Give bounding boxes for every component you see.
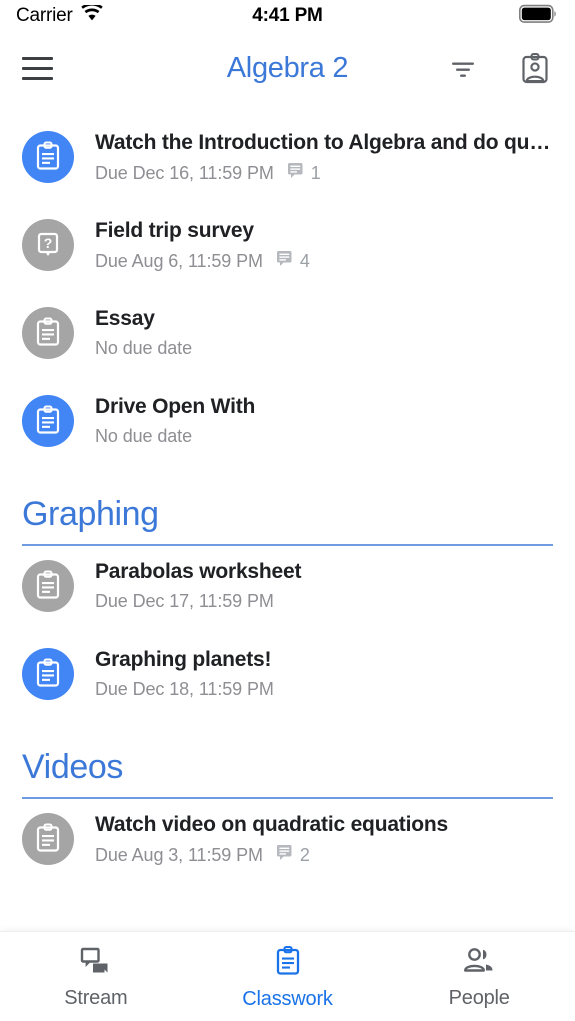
nav-item-people[interactable]: People [383, 944, 575, 1010]
status-bar-left: Carrier [16, 3, 103, 27]
due-date-label: Due Dec 17, 11:59 PM [95, 591, 274, 612]
list-item-subtitle: Due Dec 17, 11:59 PM [95, 591, 553, 612]
hamburger-menu-icon[interactable] [22, 52, 56, 86]
list-item[interactable]: Parabolas worksheet Due Dec 17, 11:59 PM [0, 546, 575, 634]
bottom-navigation: Stream Classwork People [0, 931, 575, 1021]
list-item-title: Essay [95, 307, 155, 330]
svg-text:?: ? [44, 235, 53, 251]
due-date-label: Due Aug 3, 11:59 PM [95, 844, 263, 865]
nav-label-classwork: Classwork [242, 987, 333, 1010]
comment-badge: 4 [276, 250, 310, 272]
due-date-label: Due Aug 6, 11:59 PM [95, 250, 263, 271]
assignment-icon [22, 648, 74, 701]
status-bar-right [519, 4, 559, 29]
list-item[interactable]: ? Field trip survey Due Aug 6, 11:59 PM [0, 205, 575, 293]
list-item-subtitle: No due date [95, 426, 553, 447]
list-item-title: Drive Open With [95, 395, 256, 418]
app-screen: Carrier 4:41 PM Algebra 2 Watch the Intr… [0, 0, 575, 1021]
section-title: Videos [22, 748, 123, 787]
comment-badge: 2 [276, 844, 310, 866]
assignment-icon [22, 307, 74, 359]
nav-item-classwork[interactable]: Classwork [192, 943, 384, 1011]
comment-badge: 1 [287, 162, 321, 184]
list-item-subtitle: No due date [95, 338, 553, 359]
assignment-icon [22, 813, 74, 866]
list-item-body: Graphing planets! Due Dec 18, 11:59 PM [95, 646, 553, 700]
section-header: Videos [0, 722, 575, 800]
comment-icon [287, 162, 306, 184]
wifi-icon [80, 3, 103, 27]
comment-count: 1 [310, 162, 321, 183]
classwork-list[interactable]: Watch the Introduction to Algebra and do… [0, 105, 575, 931]
list-item[interactable]: Essay No due date [0, 293, 575, 381]
list-item-title: Watch the Introduction to Algebra and do… [95, 131, 553, 154]
list-item-body: Drive Open With No due date [95, 393, 553, 447]
filter-sort-icon[interactable] [445, 51, 481, 87]
list-item-title: Watch video on quadratic equations [95, 813, 448, 837]
list-item-subtitle: Due Dec 18, 11:59 PM [95, 679, 553, 700]
assignment-icon [22, 395, 74, 447]
list-item-subtitle: Due Aug 6, 11:59 PM 4 [95, 250, 553, 272]
list-item[interactable]: Drive Open With No due date [0, 381, 575, 469]
comment-count: 2 [299, 844, 310, 865]
due-date-label: No due date [95, 338, 192, 359]
due-date-label: Due Dec 18, 11:59 PM [95, 679, 274, 700]
list-item-title: Field trip survey [95, 219, 254, 242]
assignment-icon [22, 560, 74, 613]
assignment-icon [22, 131, 74, 183]
list-item[interactable]: Watch video on quadratic equations Due A… [0, 799, 575, 887]
list-item-subtitle: Due Aug 3, 11:59 PM 2 [95, 844, 553, 866]
battery-full-icon [519, 4, 559, 29]
list-item-body: Essay No due date [95, 305, 553, 359]
list-item-body: Watch the Introduction to Algebra and do… [95, 129, 553, 184]
list-item[interactable]: Graphing planets! Due Dec 18, 11:59 PM [0, 634, 575, 722]
nav-label-stream: Stream [64, 986, 128, 1009]
comment-icon [276, 844, 295, 866]
list-item[interactable]: Watch the Introduction to Algebra and do… [0, 117, 575, 205]
comment-icon [276, 250, 295, 272]
list-item-body: Parabolas worksheet Due Dec 17, 11:59 PM [95, 558, 553, 612]
people-icon [462, 946, 496, 981]
section-header: Graphing [0, 469, 575, 547]
list-item-title: Graphing planets! [95, 648, 272, 672]
list-item-title: Parabolas worksheet [95, 560, 302, 584]
app-bar-actions [445, 51, 553, 87]
list-item-body: Watch video on quadratic equations Due A… [95, 811, 553, 866]
app-bar: Algebra 2 [0, 32, 575, 105]
list-item-subtitle: Due Dec 16, 11:59 PM 1 [95, 162, 553, 184]
nav-label-people: People [448, 986, 510, 1009]
chat-bubbles-icon [80, 946, 112, 981]
list-item-body: Field trip survey Due Aug 6, 11:59 PM 4 [95, 217, 553, 272]
id-badge-icon[interactable] [517, 51, 553, 87]
comment-count: 4 [299, 250, 310, 271]
section-title: Graphing [22, 495, 159, 533]
nav-item-stream[interactable]: Stream [0, 944, 192, 1010]
status-bar: Carrier 4:41 PM [0, 0, 575, 32]
clipboard-icon [272, 945, 304, 982]
due-date-label: Due Dec 16, 11:59 PM [95, 162, 274, 183]
carrier-label: Carrier [16, 5, 73, 26]
question-icon: ? [22, 219, 74, 271]
due-date-label: No due date [95, 426, 192, 447]
